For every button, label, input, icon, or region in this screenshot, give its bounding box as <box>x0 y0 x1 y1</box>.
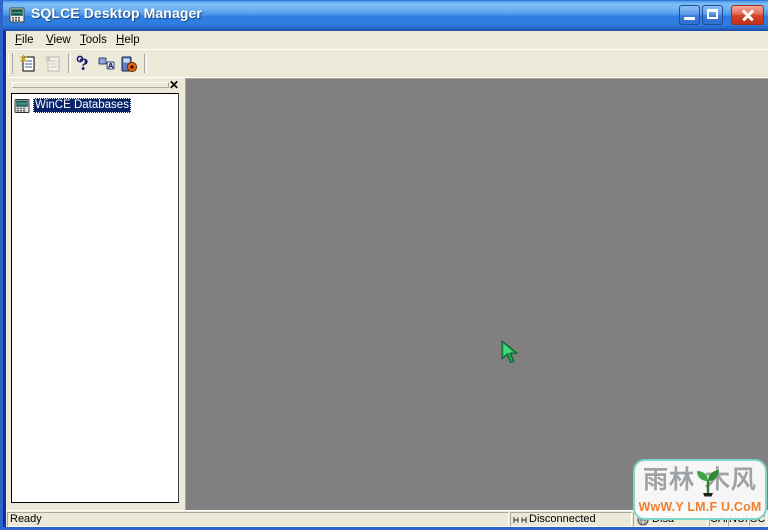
status-connection-primary: Disconnected <box>510 512 632 527</box>
application-window: SQLCE Desktop Manager File View Tools He… <box>0 0 768 530</box>
close-button[interactable] <box>731 5 764 25</box>
title-bar[interactable]: SQLCE Desktop Manager <box>3 0 768 31</box>
toolbar-separator-1 <box>68 54 71 73</box>
status-connection-secondary-label: Disa <box>652 513 675 525</box>
panel-drag-gripper[interactable] <box>12 82 169 88</box>
globe-disconnected-icon <box>636 514 650 526</box>
status-indicator-num: NUM <box>728 512 749 527</box>
help-button[interactable]: ? <box>72 53 95 75</box>
tree-item-wince-databases[interactable]: WinCE Databases <box>14 97 131 114</box>
panel-caption-bar: ✕ <box>6 78 186 94</box>
menu-bar: File View Tools Help <box>6 31 768 50</box>
tree-view[interactable]: WinCE Databases <box>11 93 179 503</box>
status-bar: Ready Disconnected Disa CA NU SC <box>6 510 768 527</box>
status-connection-secondary: Disa <box>633 512 708 527</box>
menu-item-view[interactable]: View <box>45 34 72 46</box>
toolbar-grip[interactable] <box>8 53 13 74</box>
status-indicator-scrl: SCRL <box>749 512 767 527</box>
open-database-button[interactable] <box>42 53 65 75</box>
menu-item-help[interactable]: Help <box>115 34 141 46</box>
minimize-button[interactable] <box>679 5 700 25</box>
window-client-area: File View Tools Help ? A ✕ WinCE Databas… <box>6 31 768 527</box>
wince-device-icon <box>14 98 30 114</box>
network-disconnected-icon <box>513 514 527 526</box>
connect-database-button[interactable] <box>118 53 141 75</box>
status-message: Ready <box>7 512 509 527</box>
maximize-button[interactable] <box>702 5 723 25</box>
sql-query-button[interactable]: A <box>95 53 118 75</box>
menu-item-tools[interactable]: Tools <box>79 34 108 46</box>
panel-close-icon[interactable]: ✕ <box>167 78 181 92</box>
window-title: SQLCE Desktop Manager <box>31 5 202 21</box>
svg-text:A: A <box>108 62 114 70</box>
svg-text:?: ? <box>79 55 88 74</box>
database-tree-panel: ✕ WinCE Databases <box>6 78 186 510</box>
tree-item-label: WinCE Databases <box>33 98 131 113</box>
menu-item-file[interactable]: File <box>14 34 35 46</box>
new-database-button[interactable] <box>17 53 40 75</box>
status-indicator-caps: CAP <box>709 512 728 527</box>
toolbar-separator-2 <box>144 54 147 73</box>
handheld-device-icon <box>8 6 26 24</box>
toolbar: ? A <box>6 50 768 78</box>
status-connection-primary-label: Disconnected <box>529 513 596 525</box>
